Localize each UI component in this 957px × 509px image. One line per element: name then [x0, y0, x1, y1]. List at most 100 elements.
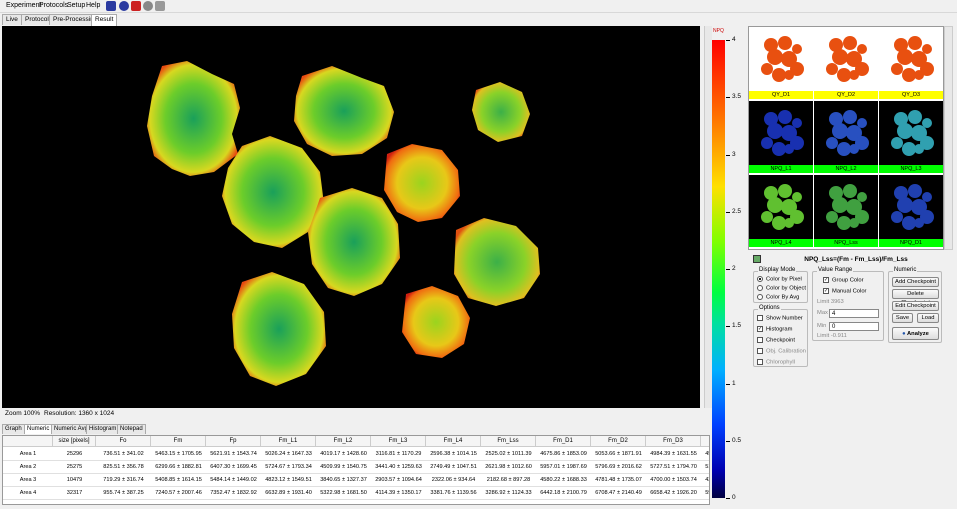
- tab-histogram[interactable]: Histogram: [86, 424, 120, 434]
- thumbnail-npq-d1[interactable]: NPQ_D1: [879, 175, 943, 247]
- delete-checkpoint-button[interactable]: Delete Checkpoint: [892, 289, 939, 306]
- thumbnail-qy-d2[interactable]: QY_D2: [814, 27, 878, 99]
- group-color-checkbox[interactable]: ✓ Group Color: [823, 277, 864, 284]
- thumbnail-label: NPQ_L2: [814, 165, 878, 173]
- thumbnail-qy-d1[interactable]: QY_D1: [749, 27, 813, 99]
- column-header[interactable]: Ft_L1: [701, 436, 709, 447]
- table-row[interactable]: Area 4 32317 955.74 ± 387.25 7240.57 ± 2007…: [3, 487, 709, 500]
- column-header[interactable]: Fm_L3: [371, 436, 426, 447]
- color-by-pixel-radio[interactable]: Color by Pixel: [757, 276, 802, 283]
- record-icon[interactable]: [119, 1, 129, 11]
- color-by-avg-radio[interactable]: Color By Avg: [757, 294, 799, 301]
- thumbnail-npq-l1[interactable]: NPQ_L1: [749, 101, 813, 173]
- column-header[interactable]: Fm_L1: [261, 436, 316, 447]
- table-cell: 6708.47 ± 2140.49: [595, 490, 642, 496]
- tab-notepad[interactable]: Notepad: [117, 424, 146, 434]
- table-cell: 5957.01 ± 1987.69: [540, 464, 587, 470]
- options-title: Options: [758, 305, 781, 311]
- numeric-group: Numeric Add Checkpoint Delete Checkpoint…: [888, 267, 942, 343]
- menu-setup[interactable]: Setup: [67, 2, 85, 9]
- menu-protocols[interactable]: Protocols: [39, 2, 68, 9]
- option-histogram-checkbox[interactable]: ✓ Histogram: [757, 326, 792, 333]
- column-header[interactable]: Fo: [96, 436, 151, 447]
- table-cell: 955.74 ± 387.25: [103, 490, 144, 496]
- checkbox-checked-icon: ✓: [757, 326, 763, 332]
- analyze-button[interactable]: ● Analyze: [892, 327, 939, 340]
- table-row[interactable]: Area 2 25275 825.51 ± 356.78 6299.66 ± 1882…: [3, 461, 709, 474]
- column-header[interactable]: [3, 436, 53, 447]
- plant-3: [472, 82, 530, 142]
- image-scrollbar[interactable]: [704, 26, 712, 408]
- table-cell: 6658.42 ± 1926.20: [650, 490, 697, 496]
- limit-min-label: Limit -0.911: [817, 333, 847, 339]
- min-input[interactable]: 0: [829, 322, 879, 331]
- column-header[interactable]: Fm_D3: [646, 436, 701, 447]
- thumbnail-label: QY_D3: [879, 91, 943, 99]
- plant-8: [232, 272, 326, 386]
- table-cell: 4580.22 ± 1688.33: [540, 477, 587, 483]
- column-header[interactable]: Fm_Lss: [481, 436, 536, 447]
- color-by-object-radio[interactable]: Color by Object: [757, 285, 806, 292]
- table-row[interactable]: Area 1 25296 736.51 ± 341.02 5463.15 ± 1705…: [3, 448, 709, 461]
- table-cell: 4537.17 ± 1492.22: [705, 451, 709, 457]
- thumbnail-npq-l3[interactable]: NPQ_L3: [879, 101, 943, 173]
- option-show-number-checkbox[interactable]: Show Number: [757, 315, 803, 322]
- column-header[interactable]: Fm: [151, 436, 206, 447]
- color-by-pixel-label: Color by Pixel: [766, 276, 802, 283]
- colorbar-title: NPQ: [713, 28, 724, 34]
- column-header[interactable]: Fm_L2: [316, 436, 371, 447]
- zoom-status: Zoom 100%: [5, 410, 41, 417]
- column-header[interactable]: Fm_D1: [536, 436, 591, 447]
- save-button[interactable]: Save: [892, 313, 913, 323]
- thumbnail-npq-l2[interactable]: NPQ_L2: [814, 101, 878, 173]
- export-icon[interactable]: [155, 1, 165, 11]
- tab-numeric[interactable]: Numeric: [24, 424, 53, 434]
- column-header[interactable]: Fm_L4: [426, 436, 481, 447]
- plant-4: [384, 144, 460, 222]
- table-cell: 5621.91 ± 1543.74: [210, 451, 257, 457]
- analyze-icon: ●: [902, 331, 906, 337]
- menu-help[interactable]: Help: [86, 2, 100, 9]
- edit-checkpoint-button[interactable]: Edit Checkpoint: [892, 301, 939, 311]
- table-cell: 6407.30 ± 1699.45: [210, 464, 257, 470]
- option-label: Chlorophyll: [766, 359, 795, 366]
- camera-icon[interactable]: [106, 1, 116, 11]
- thumbnail-grid[interactable]: QY_D1 QY_D2 QY_D3 NPQ_L1 NPQ_L2 NPQ_L3 NPQ_L4 N…: [748, 26, 944, 250]
- table-cell: 5053.66 ± 1871.91: [595, 451, 642, 457]
- add-checkpoint-button[interactable]: Add Checkpoint: [892, 277, 939, 287]
- table-cell: 2182.68 ± 897.28: [486, 477, 531, 483]
- tab-numeric-avg[interactable]: Numeric Avg: [51, 424, 91, 434]
- row-label: Area 4: [19, 490, 37, 496]
- plants-image: [147, 61, 540, 386]
- column-header[interactable]: size [pixels]: [53, 436, 96, 447]
- menu-experiment[interactable]: Experiment: [6, 2, 41, 9]
- table-cell: 4700.00 ± 1503.74: [650, 477, 697, 483]
- thumbnail-label: QY_D1: [749, 91, 813, 99]
- table-cell: 25296: [66, 451, 83, 457]
- max-label: Max: [817, 310, 828, 316]
- checkbox-icon: [757, 337, 763, 343]
- thumbnail-qy-d3[interactable]: QY_D3: [879, 27, 943, 99]
- table-row[interactable]: Area 3 10479 719.29 ± 316.74 5408.85 ± 1614…: [3, 474, 709, 487]
- light-icon[interactable]: [131, 1, 141, 11]
- fluorescence-image[interactable]: [2, 26, 700, 408]
- colorbar: [712, 40, 725, 498]
- table-cell: 6442.18 ± 2100.79: [540, 490, 587, 496]
- column-header[interactable]: Fp: [206, 436, 261, 447]
- table-cell: 3441.40 ± 1259.63: [375, 464, 422, 470]
- tab-live[interactable]: Live: [2, 14, 22, 25]
- thumbnail-label: NPQ_Lss: [814, 239, 878, 247]
- tab-result[interactable]: Result: [91, 14, 118, 26]
- disk-icon[interactable]: [143, 1, 153, 11]
- load-button[interactable]: Load: [917, 313, 939, 323]
- manual-color-checkbox[interactable]: ✓ Manual Color: [823, 288, 866, 295]
- numeric-table[interactable]: size [pixels] Fo Fm Fp Fm_L1 Fm_L2 Fm_L3 Fm_L4 F…: [2, 435, 710, 505]
- group-color-label: Group Color: [832, 277, 864, 284]
- thumbnail-npq-l4[interactable]: NPQ_L4: [749, 175, 813, 247]
- thumbnail-scrollbar[interactable]: [944, 26, 953, 250]
- column-header[interactable]: Fm_D2: [591, 436, 646, 447]
- thumbnail-npq-lss[interactable]: NPQ_Lss: [814, 175, 878, 247]
- option-checkpoint-checkbox[interactable]: Checkpoint: [757, 337, 795, 344]
- tab-graph[interactable]: Graph: [2, 424, 25, 434]
- max-input[interactable]: 4: [829, 309, 879, 318]
